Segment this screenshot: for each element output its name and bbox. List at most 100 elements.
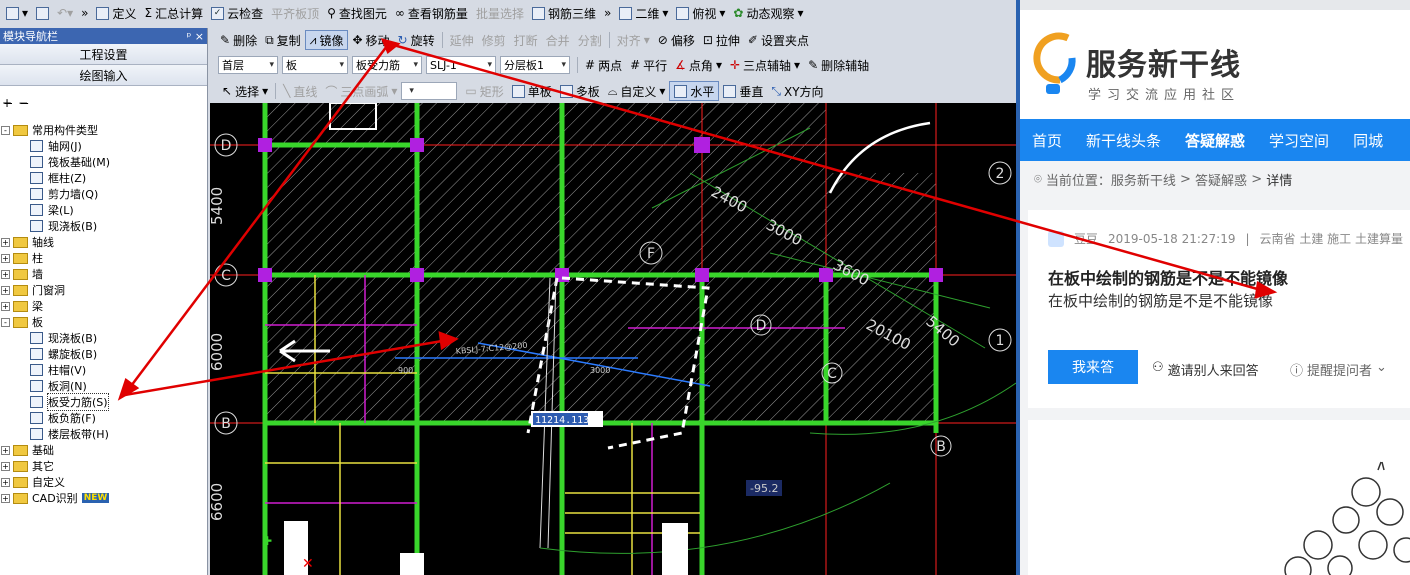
expand-icon[interactable]: +: [1, 237, 10, 247]
expand-icon[interactable]: +: [1, 285, 10, 295]
align-top-button[interactable]: 平齐板顶: [267, 3, 323, 23]
breadcrumb-qa[interactable]: 答疑解惑: [1195, 170, 1247, 189]
tree-item[interactable]: 柱帽(V): [0, 362, 207, 378]
nav-qa[interactable]: 答疑解惑: [1173, 130, 1257, 151]
tree-item[interactable]: + 梁: [0, 298, 207, 314]
tree-item[interactable]: + 门窗洞: [0, 282, 207, 298]
find-elem-button[interactable]: ⚲ 查找图元: [323, 3, 391, 23]
rebar-3d-button[interactable]: 钢筋三维: [528, 3, 600, 23]
vertical-button[interactable]: 垂直: [719, 81, 767, 101]
multi-board-button[interactable]: 多板: [556, 81, 604, 101]
nav-learning[interactable]: 学习空间: [1257, 130, 1341, 151]
drawing-input-button[interactable]: 绘图输入: [0, 65, 207, 86]
nav-headlines[interactable]: 新干线头条: [1074, 130, 1173, 151]
expand-icon[interactable]: +: [1, 301, 10, 311]
tree-item[interactable]: 剪力墙(Q): [0, 186, 207, 202]
floor-select[interactable]: 首层: [218, 56, 278, 74]
tree-item[interactable]: + 其它: [0, 458, 207, 474]
more-button-2[interactable]: »: [600, 3, 615, 23]
tree-item[interactable]: 板受力筋(S): [0, 393, 207, 411]
save-button[interactable]: [32, 3, 53, 23]
offset-button[interactable]: ⊘ 偏移: [654, 30, 699, 50]
dynamic-view-button[interactable]: ✿ 动态观察 ▾: [729, 3, 807, 23]
tree-item[interactable]: -板: [0, 314, 207, 330]
horizontal-button[interactable]: 水平: [669, 81, 720, 101]
type-select[interactable]: 板受力筋: [352, 56, 422, 74]
expand-icon[interactable]: +: [1, 461, 10, 471]
expand-icon[interactable]: +: [1, 269, 10, 279]
nav-home[interactable]: 首页: [1020, 130, 1074, 151]
breadcrumb-home[interactable]: 服务新干线: [1111, 170, 1176, 189]
break-button[interactable]: 打断: [510, 30, 542, 50]
parallel-button[interactable]: # 平行: [626, 55, 671, 75]
expand-icon[interactable]: +: [1, 477, 10, 487]
tree-item[interactable]: 板负筋(F): [0, 410, 207, 426]
invite-button[interactable]: ⚇ 邀请别人来回答: [1152, 360, 1259, 379]
line-button[interactable]: ╲ 直线: [279, 81, 321, 101]
custom-button[interactable]: ⌓ 自定义 ▾: [604, 81, 670, 101]
tree-item[interactable]: + 自定义: [0, 474, 207, 490]
view-2d-button[interactable]: 二维 ▾: [615, 3, 672, 23]
split-button[interactable]: 分割: [574, 30, 606, 50]
sum-calc-button[interactable]: Σ 汇总计算: [140, 3, 207, 23]
expand-all-icon[interactable]: +̶: [2, 96, 12, 110]
merge-button[interactable]: 合并: [542, 30, 574, 50]
tree-item[interactable]: 现浇板(B): [0, 218, 207, 234]
tree-item[interactable]: 楼层板带(H): [0, 426, 207, 442]
trim-button[interactable]: 修剪: [478, 30, 510, 50]
tree-item[interactable]: + 柱: [0, 250, 207, 266]
tree-item[interactable]: 现浇板(B): [0, 330, 207, 346]
pin-close-icon[interactable]: ᵖ ×: [187, 30, 204, 43]
select-button[interactable]: ↖ 选择 ▾: [218, 81, 272, 101]
delete-axis-button[interactable]: ✎ 删除辅轴: [804, 55, 873, 75]
undo-button[interactable]: ↶▾: [53, 3, 77, 23]
category-select[interactable]: 板: [282, 56, 348, 74]
copy-button[interactable]: ⧉ 复制: [261, 30, 305, 50]
collapse-icon[interactable]: -: [1, 125, 10, 135]
arc-option-select[interactable]: [401, 82, 458, 100]
two-point-button[interactable]: # 两点: [581, 55, 626, 75]
item-select[interactable]: SLJ-1: [426, 56, 496, 74]
extend-button[interactable]: 延伸: [446, 30, 478, 50]
set-grip-button[interactable]: ✐ 设置夹点: [744, 30, 813, 50]
nav-local[interactable]: 同城: [1341, 130, 1395, 151]
three-point-axis-button[interactable]: ✛ 三点辅轴 ▾: [726, 55, 804, 75]
arc3-button[interactable]: ⌒ 三点画弧 ▾: [321, 81, 401, 101]
single-board-button[interactable]: 单板: [508, 81, 556, 101]
tree-item[interactable]: 筏板基础(M): [0, 154, 207, 170]
delete-button[interactable]: ✎ 删除: [216, 30, 261, 50]
rect-button[interactable]: ▭ 矩形: [461, 81, 507, 101]
tree-item[interactable]: + 轴线: [0, 234, 207, 250]
tree-item[interactable]: 轴网(J): [0, 138, 207, 154]
stretch-button[interactable]: ⊡ 拉伸: [699, 30, 744, 50]
collapse-icon[interactable]: -: [1, 317, 10, 327]
xy-dir-button[interactable]: ⤡ XY方向: [767, 81, 827, 101]
remind-button[interactable]: ⓘ 提醒提问者 ⌄: [1290, 360, 1387, 379]
tree-item[interactable]: - 常用构件类型: [0, 122, 207, 138]
collapse-all-icon[interactable]: −̶: [18, 96, 28, 110]
expand-icon[interactable]: +: [1, 445, 10, 455]
tree-item[interactable]: + CAD识别 NEW: [0, 490, 207, 506]
align-button[interactable]: 对齐 ▾: [613, 30, 654, 50]
project-settings-button[interactable]: 工程设置: [0, 44, 207, 65]
rotate-button[interactable]: ↻ 旋转: [394, 30, 439, 50]
drawing-canvas[interactable]: D C B F 2 1 D C B 5400 6000 6600 2400 30…: [210, 103, 1016, 575]
tree-item[interactable]: 螺旋板(B): [0, 346, 207, 362]
tree-item[interactable]: 梁(L): [0, 202, 207, 218]
expand-icon[interactable]: +: [1, 253, 10, 263]
author-name[interactable]: 豆豆: [1074, 230, 1098, 247]
top-view-button[interactable]: 俯视 ▾: [672, 3, 729, 23]
open-button[interactable]: ▾: [2, 3, 32, 23]
point-angle-button[interactable]: ∡ 点角 ▾: [671, 55, 726, 75]
tree-item[interactable]: 框柱(Z): [0, 170, 207, 186]
tree-item[interactable]: + 墙: [0, 266, 207, 282]
more-button[interactable]: »: [77, 3, 92, 23]
batch-select-button[interactable]: 批量选择: [472, 3, 528, 23]
cloud-check-button[interactable]: ✓ 云检查: [207, 3, 267, 23]
layer-select[interactable]: 分层板1: [500, 56, 570, 74]
tree-item[interactable]: + 基础: [0, 442, 207, 458]
expand-icon[interactable]: +: [1, 493, 10, 503]
define-button[interactable]: 定义: [92, 3, 140, 23]
move-button[interactable]: ✥ 移动: [348, 30, 393, 50]
tree-item[interactable]: 板洞(N): [0, 378, 207, 394]
